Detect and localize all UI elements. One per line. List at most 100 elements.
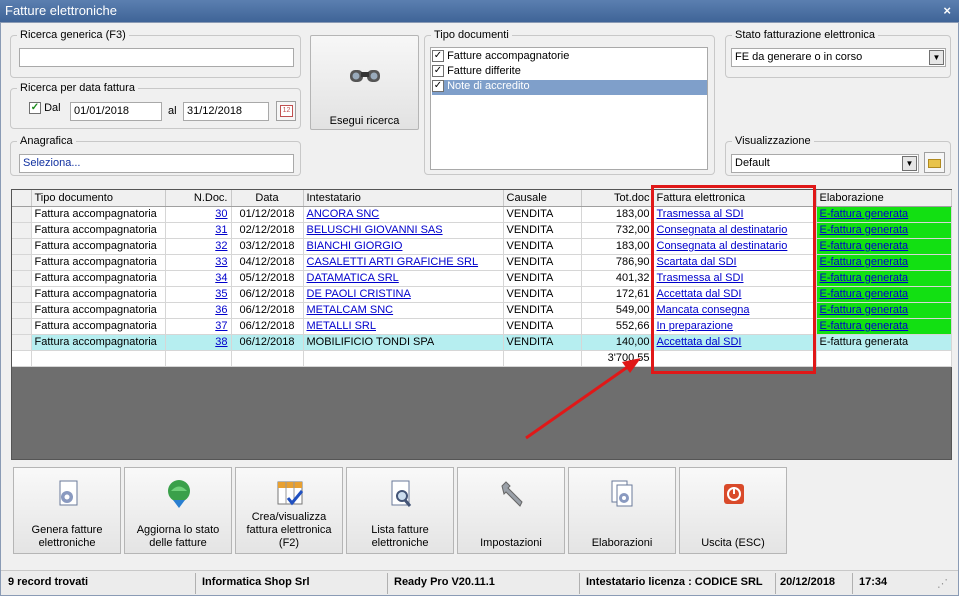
intestatario-link[interactable]: METALLI SRL [307,320,377,332]
doctype-item[interactable]: ✓ Fatture differite [432,65,707,80]
date-from-input[interactable]: 01/01/2018 [70,102,162,121]
ndoc-link[interactable]: 35 [215,288,227,300]
elab-link[interactable]: E-fattura generata [820,256,909,268]
calendar-icon[interactable]: 12 [276,101,296,121]
table-row[interactable]: Fattura accompagnatoria 34 05/12/2018 DATAM… [12,270,952,287]
generic-search-input[interactable] [19,48,294,67]
table-row[interactable]: Fattura accompagnatoria 31 02/12/2018 BELUS… [12,222,952,239]
processing-button[interactable]: Elaborazioni [568,467,676,554]
elab-link[interactable]: E-fattura generata [820,320,909,332]
document-type-list: ✓ Fatture accompagnatorie ✓ Fatture diff… [430,47,708,170]
cell-causale: VENDITA [503,270,582,287]
row-indicator [12,222,32,239]
intestatario-link[interactable]: CASALETTI ARTI GRAFICHE SRL [307,256,479,268]
column-header[interactable]: Tipo documento [31,190,166,207]
refresh-status-button[interactable]: Aggiorna lo stato delle fatture [124,467,232,554]
create-view-einvoice-button[interactable]: Crea/visualizza fattura elettronica (F2) [235,467,343,554]
column-header[interactable]: Fattura elettronica [653,190,817,207]
close-icon[interactable]: × [943,0,951,22]
einvoice-status-select[interactable]: FE da generare o in corso ▼ [731,48,946,67]
exit-button[interactable]: Uscita (ESC) [679,467,787,554]
elab-link[interactable]: E-fattura generata [820,240,909,252]
fe-status-link[interactable]: Mancata consegna [657,304,750,316]
table-row[interactable]: Fattura accompagnatoria 32 03/12/2018 BIANC… [12,238,952,255]
status-version: Ready Pro V20.11.1 [394,576,495,588]
fe-status-link[interactable]: Trasmessa al SDI [657,272,744,284]
column-header[interactable]: Intestatario [303,190,504,207]
cell-intestatario: ANCORA SNC [303,206,504,223]
ndoc-link[interactable]: 31 [215,224,227,236]
view-select[interactable]: Default ▼ [731,154,919,173]
dal-checkbox-wrap[interactable]: ✓ Dal [29,102,61,115]
ndoc-link[interactable]: 36 [215,304,227,316]
cell-intestatario: METALLI SRL [303,318,504,335]
elab-link[interactable]: E-fattura generata [820,288,909,300]
intestatario-link[interactable]: DATAMATICA SRL [307,272,399,284]
row-indicator [12,270,32,287]
dal-label: Dal [44,102,61,114]
resize-grip-icon[interactable]: ⋰ [937,577,948,590]
ndoc-link[interactable]: 34 [215,272,227,284]
settings-button[interactable]: Impostazioni [457,467,565,554]
fe-status-link[interactable]: Trasmessa al SDI [657,208,744,220]
doctype-item-selected[interactable]: ✓ Note di accredito [432,80,707,95]
chevron-down-icon[interactable]: ▼ [929,50,944,65]
cell-causale: VENDITA [503,286,582,303]
intestatario-link[interactable]: BIANCHI GIORGIO [307,240,403,252]
table-row[interactable]: Fattura accompagnatoria 36 06/12/2018 METAL… [12,302,952,319]
cell-elab[interactable]: E-fattura generata [816,334,952,351]
intestatario-link[interactable]: BELUSCHI GIOVANNI SAS [307,224,443,236]
table-row[interactable]: Fattura accompagnatoria 33 04/12/2018 CASAL… [12,254,952,271]
cell-elab: E-fattura generata [816,318,952,335]
intestatario-link[interactable]: ANCORA SNC [307,208,380,220]
elab-link[interactable]: E-fattura generata [820,272,909,284]
column-header[interactable]: Data [231,190,304,207]
column-header[interactable]: Tot.doc [581,190,654,207]
fe-status-link[interactable]: In preparazione [657,320,733,332]
column-header[interactable]: N.Doc. [165,190,232,207]
folder-icon[interactable] [924,152,945,173]
status-time: 17:34 [859,576,888,588]
cell-causale: VENDITA [503,302,582,319]
dal-checkbox[interactable]: ✓ [29,102,41,115]
view-label: Visualizzazione [732,134,814,148]
doctype-checkbox[interactable]: ✓ [432,65,444,78]
intestatario-link[interactable]: METALCAM SNC [307,304,394,316]
elab-link[interactable]: E-fattura generata [820,208,909,220]
table-row[interactable]: Fattura accompagnatoria 35 06/12/2018 DE PA… [12,286,952,303]
cell-tot: 183,00 [581,206,654,223]
table-row-selected[interactable]: Fattura accompagnatoria 38 06/12/2018 MOBIL… [12,334,952,351]
table-row[interactable]: Fattura accompagnatoria 30 01/12/2018 ANCOR… [12,206,952,223]
ndoc-link[interactable]: 32 [215,240,227,252]
ndoc-link[interactable]: 37 [215,320,227,332]
ndoc-link[interactable]: 30 [215,208,227,220]
cell-data: 04/12/2018 [231,254,304,271]
date-to-input[interactable]: 31/12/2018 [183,102,269,121]
cell-data: 06/12/2018 [231,286,304,303]
fe-status-link[interactable]: Accettata dal SDI [657,336,742,348]
doctype-checkbox[interactable]: ✓ [432,50,444,63]
fe-status-link[interactable]: Accettata dal SDI [657,288,742,300]
column-header[interactable]: Causale [503,190,582,207]
fe-status-link[interactable]: Scartata dal SDI [657,256,737,268]
ndoc-link[interactable]: 33 [215,256,227,268]
cell-fe: Consegnata al destinatario [653,238,817,255]
doctype-checkbox[interactable]: ✓ [432,80,444,93]
cell-intestatario[interactable]: MOBILIFICIO TONDI SPA [303,334,504,351]
generate-einvoices-button[interactable]: Genera fatture elettroniche [13,467,121,554]
search-button[interactable]: Esegui ricerca [310,35,419,130]
chevron-down-icon[interactable]: ▼ [902,156,917,171]
doctype-item[interactable]: ✓ Fatture accompagnatorie [432,50,707,65]
table-row[interactable]: Fattura accompagnatoria 37 06/12/2018 METAL… [12,318,952,335]
elab-link[interactable]: E-fattura generata [820,304,909,316]
button-label: Crea/visualizza fattura elettronica (F2) [246,511,332,549]
fe-status-link[interactable]: Consegnata al destinatario [657,240,788,252]
intestatario-link[interactable]: DE PAOLI CRISTINA [307,288,411,300]
einvoice-list-button[interactable]: Lista fatture elettroniche [346,467,454,554]
column-header[interactable]: Elaborazione [816,190,952,207]
elab-link[interactable]: E-fattura generata [820,224,909,236]
fe-status-link[interactable]: Consegnata al destinatario [657,224,788,236]
ndoc-link[interactable]: 38 [215,336,227,348]
anagrafica-select[interactable]: Seleziona... [19,154,294,173]
cell-tot: 786,90 [581,254,654,271]
